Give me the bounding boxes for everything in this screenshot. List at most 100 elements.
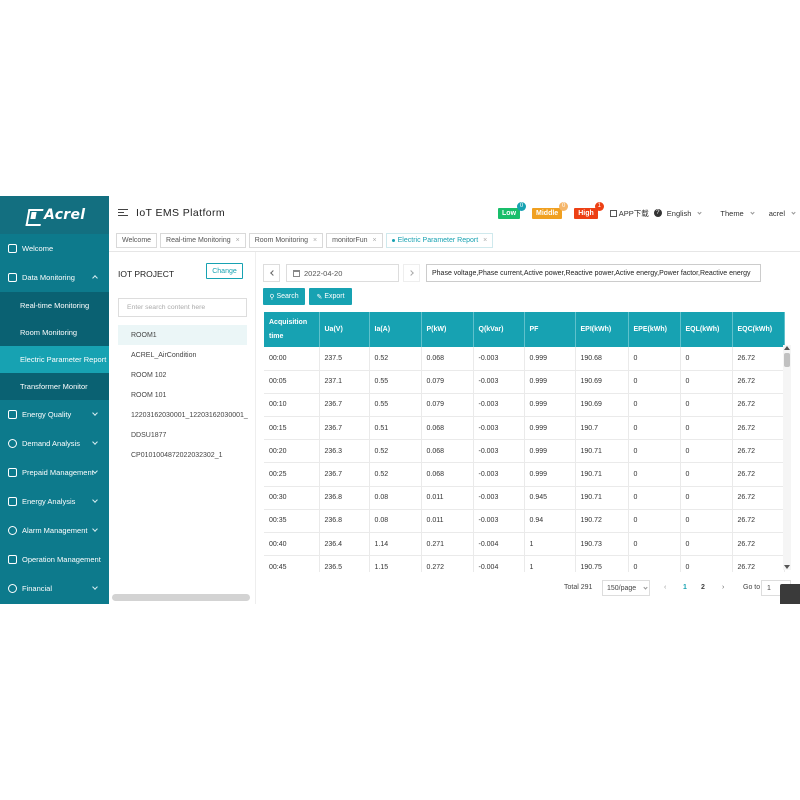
sidebar-item-financial[interactable]: Financial [0,574,109,603]
alarm-level-low-badge[interactable]: Low 0 [498,201,527,219]
tag-monitorfun[interactable]: monitorFun × [326,233,383,248]
user-menu[interactable]: acrel [769,209,796,218]
table-cell: 0 [628,347,681,371]
table-cell: 0.08 [369,486,422,510]
alarm-level-label: High [578,209,594,217]
date-picker[interactable]: 2022-04-20 [286,264,399,282]
sidebar-item-energy-analysis[interactable]: Energy Analysis [0,487,109,516]
table-cell: 237.5 [319,347,370,371]
tree-node[interactable]: ROOM1 [118,325,247,345]
table-cell: 00:20 [264,439,320,464]
column-header[interactable]: EQC(kWh) [732,312,785,347]
column-header[interactable]: Ia(A) [369,312,422,347]
tree-node[interactable]: ROOM 102 [118,365,256,385]
table-cell: 0.94 [524,509,576,534]
table-cell: 0 [680,532,733,557]
floating-corner-widget[interactable] [780,584,800,604]
table-cell: 00:30 [264,486,320,510]
sidebar-item-label: Data Monitoring [22,273,75,282]
close-icon[interactable]: × [236,237,240,244]
table-row: 00:15 236.7 0.51 0.068 -0.003 0.999 190.7 0 0 26.… [264,416,785,441]
menu-toggle-icon[interactable] [118,209,128,217]
export-button[interactable]: ✎ Export [309,288,352,305]
alarm-level-middle-badge[interactable]: Middle 0 [532,201,569,219]
scroll-up-icon[interactable] [784,346,790,350]
search-icon: ⚲ [269,293,275,301]
tree-node[interactable]: ROOM 101 [118,385,256,405]
column-header[interactable]: EPI(kWh) [575,312,629,347]
search-button[interactable]: ⚲ Search [263,288,305,305]
column-header[interactable]: Acquisition time [264,312,320,347]
table-cell: 0.068 [421,462,474,487]
column-header[interactable]: Ua(V) [319,312,370,347]
alarm-level-label: Low [502,209,517,217]
scrollbar-thumb[interactable] [784,353,790,367]
tag-welcome[interactable]: Welcome [116,233,158,248]
column-header[interactable]: Q(kVar) [473,312,525,347]
page-size-select[interactable]: 150/page [602,580,650,596]
sidebar-item-alarm-management[interactable]: Alarm Management [0,516,109,545]
close-icon[interactable]: × [483,237,487,244]
page-number[interactable]: 2 [701,584,705,591]
column-header[interactable]: P(kW) [421,312,474,347]
table-cell: 00:35 [264,509,320,534]
table-cell: 0.55 [369,370,422,394]
sidebar-item-label: Demand Analysis [22,439,80,448]
sidebar-item-prepaid-management[interactable]: Prepaid Management [0,458,109,487]
theme-label: Theme [720,208,744,218]
tree-node[interactable]: DDSU1877 [118,425,256,445]
sidebar-item-demand-analysis[interactable]: Demand Analysis [0,429,109,458]
parameter-select[interactable]: Phase voltage,Phase current,Active power… [426,264,761,282]
tree-node[interactable]: ACREL_AirCondition [118,345,256,365]
page-number-current[interactable]: 1 [683,584,687,591]
theme-select[interactable]: Theme [720,208,755,218]
table-cell: 0.08 [369,509,422,534]
previous-page-button[interactable]: ‹ [664,584,666,591]
change-project-button[interactable]: Change [206,263,243,279]
next-page-button[interactable]: › [722,584,724,591]
horizontal-scrollbar[interactable] [112,594,250,601]
sidebar-item-energy-quality[interactable]: Energy Quality [0,400,109,429]
tree-node[interactable]: 12203162030001_12203162030001_ [118,405,256,425]
vertical-scrollbar[interactable] [783,345,791,570]
sidebar-subitem-transformer-monitor[interactable]: Transformer Monitor [0,373,109,400]
scroll-down-icon[interactable] [784,565,790,569]
chevron-down-icon [697,209,703,215]
table-cell: 0.999 [524,393,576,418]
brand-logo[interactable]: Acrel [0,196,109,234]
column-header[interactable]: PF [524,312,576,347]
chevron-right-icon [407,270,414,276]
column-header[interactable]: EQL(kWh) [680,312,733,347]
sidebar-subitem-room-monitoring[interactable]: Room Monitoring [0,319,109,346]
table-cell: 0 [628,393,681,418]
next-date-button[interactable] [403,264,420,282]
page-size-label: 150/page [607,584,637,592]
table-cell: -0.003 [473,462,525,487]
app-download-link[interactable]: APP下载 [619,208,649,219]
alarm-level-high-badge[interactable]: High 1 [574,201,604,219]
close-icon[interactable]: × [373,237,377,244]
alarm-count-badge: 0 [559,201,569,211]
help-icon[interactable]: ? [653,209,662,217]
tag-realtime-monitoring[interactable]: Real-time Monitoring × [160,233,246,248]
table-cell: 190.69 [575,393,629,418]
sidebar-subitem-realtime-monitoring[interactable]: Real-time Monitoring [0,292,109,319]
sidebar-item-operation-management[interactable]: Operation Management [0,545,109,574]
tree-node[interactable]: CP0101004872022032302_1 [118,445,256,465]
tree-search-input[interactable]: Enter search content here [118,298,247,317]
tag-electric-parameter-report[interactable]: Electric Parameter Report × [385,233,494,248]
table-cell: 190.73 [575,532,629,557]
previous-date-button[interactable] [263,264,280,282]
language-select[interactable]: English [667,209,703,218]
sidebar-subitem-electric-parameter-report[interactable]: Electric Parameter Report [0,346,109,373]
panel-title: IOT PROJECT [118,269,175,279]
sidebar-item-data-monitoring[interactable]: Data Monitoring [0,263,109,292]
table-cell: 190.68 [575,347,629,371]
total-count: Total 291 [564,584,593,591]
table-cell: -0.004 [473,555,525,572]
close-icon[interactable]: × [313,237,317,244]
table-cell: 0.999 [524,347,576,371]
sidebar-item-welcome[interactable]: Welcome [0,234,109,263]
column-header[interactable]: EPE(kWh) [628,312,681,347]
tag-room-monitoring[interactable]: Room Monitoring × [248,233,324,248]
